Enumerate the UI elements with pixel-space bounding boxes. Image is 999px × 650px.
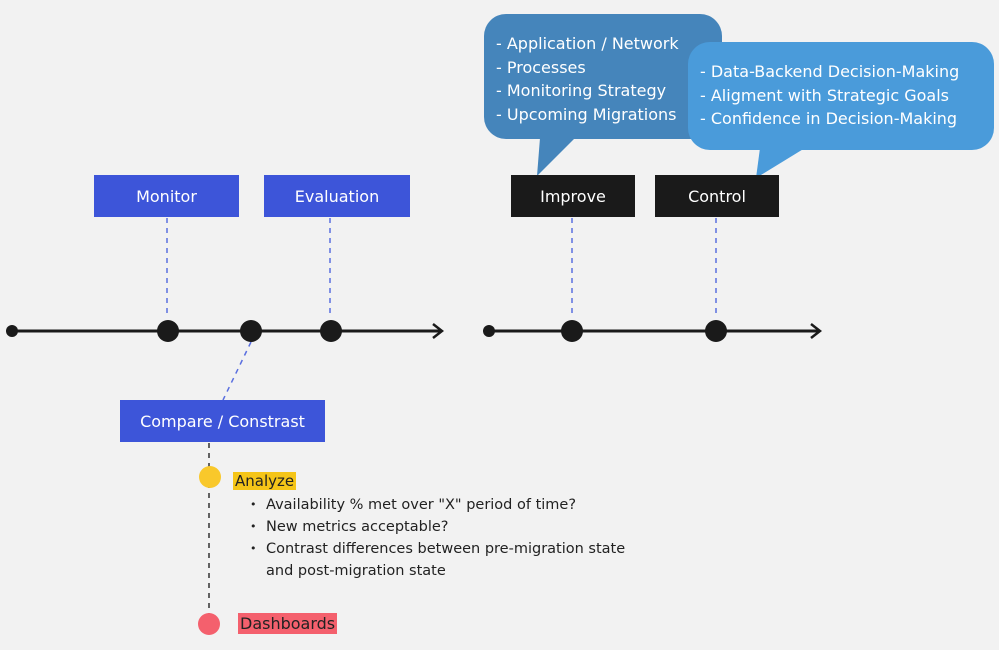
phase-monitor[interactable]: Monitor: [94, 175, 239, 217]
analyze-bullet: Availability % met over "X" period of ti…: [250, 494, 651, 516]
callout-control: - Data-Backend Decision-Making - Aligmen…: [688, 42, 994, 150]
dashboards-dot: [198, 613, 220, 635]
callout-line: - Aligment with Strategic Goals: [700, 85, 949, 105]
timeline-start-dot: [6, 325, 18, 337]
callout-line: - Monitoring Strategy: [496, 81, 667, 100]
dashboards-label: Dashboards: [238, 613, 338, 634]
node-monitor: [157, 320, 179, 342]
callout-tail-control: [756, 148, 805, 178]
callout-line: - Processes: [496, 57, 586, 77]
callout-line: - Data-Backend Decision-Making: [700, 62, 960, 81]
callout-improve: - Application / Network - Processes - Mo…: [484, 14, 722, 139]
analyze-bullet: Contrast differences between pre-migrati…: [250, 538, 651, 582]
analyze-bullets: Availability % met over "X" period of ti…: [250, 494, 651, 582]
node-improve: [561, 320, 583, 342]
analyze-dot: [199, 466, 221, 488]
callout-line: - Upcoming Migrations: [496, 104, 677, 124]
node-compare: [240, 320, 262, 342]
phase-improve[interactable]: Improve: [511, 175, 635, 217]
node-control: [705, 320, 727, 342]
phase-control[interactable]: Control: [655, 175, 779, 217]
callout-line: - Application / Network: [496, 34, 679, 53]
phase-evaluation[interactable]: Evaluation: [264, 175, 410, 217]
phase-compare-contrast[interactable]: Compare / Constrast: [120, 400, 325, 442]
node-evaluation: [320, 320, 342, 342]
analyze-bullet: New metrics acceptable?: [250, 516, 651, 538]
callout-line: - Confidence in Decision-Making: [700, 109, 958, 128]
callout-tail-improve: [537, 138, 575, 176]
analyze-label: Analyze: [233, 472, 297, 490]
timeline-start-dot: [483, 325, 495, 337]
connector-compare: [222, 341, 252, 401]
